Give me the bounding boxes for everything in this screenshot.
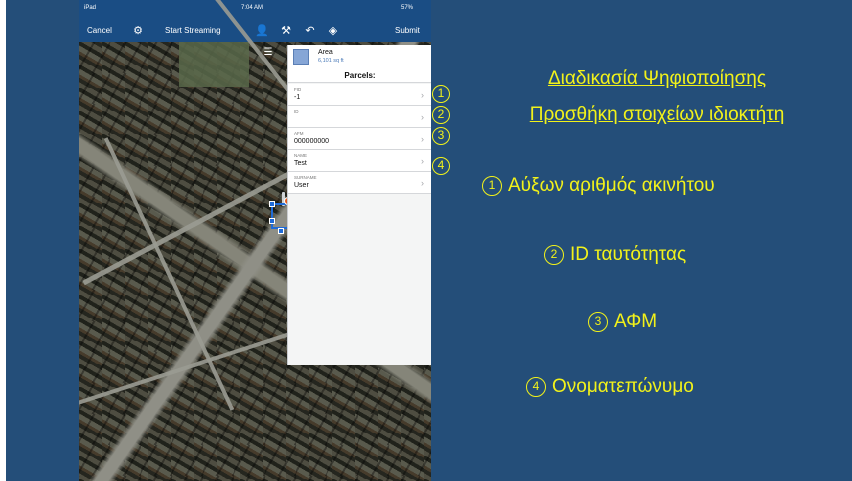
field-label: SURNAME	[294, 175, 317, 180]
field-label: NAME	[294, 153, 308, 158]
battery-level: 57%	[401, 5, 414, 11]
field-badge-2: 2	[432, 106, 450, 124]
number-badge: 3	[588, 312, 608, 332]
device-label: iPad	[84, 5, 97, 11]
field-id[interactable]: Id ›	[288, 106, 431, 128]
attributes-panel: Area 6,101 sq ft Parcels: FID -1 › Id › …	[287, 45, 431, 365]
field-value: User	[294, 182, 309, 189]
list-icon[interactable]: ☰	[261, 47, 275, 59]
field-value: Test	[294, 160, 307, 167]
start-streaming-button[interactable]: Start Streaming	[165, 26, 221, 35]
layer-size: 6,101 sq ft	[318, 58, 344, 64]
park-area	[179, 42, 249, 87]
map-road	[103, 137, 235, 411]
list-item: 1 Αύξων αριθμός ακινήτου	[482, 175, 715, 197]
chevron-right-icon: ›	[421, 178, 424, 188]
gear-icon[interactable]: ⚙	[131, 24, 145, 38]
add-user-icon[interactable]: 👤	[255, 24, 269, 38]
tools-icon[interactable]: ⚒	[279, 24, 293, 38]
number-badge: 4	[526, 377, 546, 397]
field-value: -1	[294, 94, 301, 101]
vertex-marker[interactable]	[269, 218, 275, 224]
list-item: 3 ΑΦΜ	[588, 311, 657, 333]
submit-button[interactable]: Submit	[395, 26, 420, 35]
number-badge: 2	[544, 245, 564, 265]
cancel-button[interactable]: Cancel	[87, 26, 112, 35]
list-item: 4 Ονοματεπώνυμο	[526, 376, 694, 398]
list-item: 2 ID ταυτότητας	[544, 244, 686, 266]
list-item-text: Ονοματεπώνυμο	[552, 376, 694, 397]
field-label: Id	[294, 109, 299, 114]
slide-heading: Διαδικασία Ψηφιοποίησης	[547, 68, 767, 89]
layer-name: Area	[318, 49, 333, 56]
field-badge-3: 3	[432, 127, 450, 145]
field-afm[interactable]: AFM 000000000 ›	[288, 128, 431, 150]
field-fid[interactable]: FID -1 ›	[288, 84, 431, 106]
chevron-right-icon: ›	[421, 90, 424, 100]
slide-subheading: Προσθήκη στοιχείων ιδιοκτήτη	[529, 104, 785, 125]
list-item-text: Αύξων αριθμός ακινήτου	[508, 175, 715, 196]
field-label: FID	[294, 87, 302, 92]
field-badge-4: 4	[432, 157, 450, 175]
panel-header: Area 6,101 sq ft Parcels:	[288, 45, 431, 83]
ipad-screenshot: iPad 7:04 AM 57% Cancel ⚙ Start Streamin…	[79, 0, 431, 481]
field-value: 000000000	[294, 138, 330, 145]
undo-icon[interactable]: ↶	[303, 24, 317, 38]
field-surname[interactable]: SURNAME User ›	[288, 172, 431, 194]
list-item-text: ΑΦΜ	[614, 311, 658, 332]
list-item-text: ID ταυτότητας	[570, 244, 687, 265]
vertex-marker[interactable]	[269, 201, 275, 207]
chevron-right-icon: ›	[421, 112, 424, 122]
panel-title: Parcels:	[344, 71, 376, 80]
navigation-bar: Cancel ⚙ Start Streaming 👤 ⚒ ↶ ◈ Submit	[79, 20, 431, 42]
chevron-right-icon: ›	[421, 134, 424, 144]
clock: 7:04 AM	[241, 5, 264, 11]
chevron-right-icon: ›	[421, 156, 424, 166]
number-badge: 1	[482, 176, 502, 196]
vertex-marker[interactable]	[278, 228, 284, 234]
field-badge-1: 1	[432, 85, 450, 103]
status-bar: iPad 7:04 AM 57%	[79, 0, 431, 20]
eraser-icon[interactable]: ◈	[326, 24, 340, 38]
field-name[interactable]: NAME Test ›	[288, 150, 431, 172]
layer-swatch	[293, 49, 309, 65]
field-label: AFM	[294, 131, 304, 136]
